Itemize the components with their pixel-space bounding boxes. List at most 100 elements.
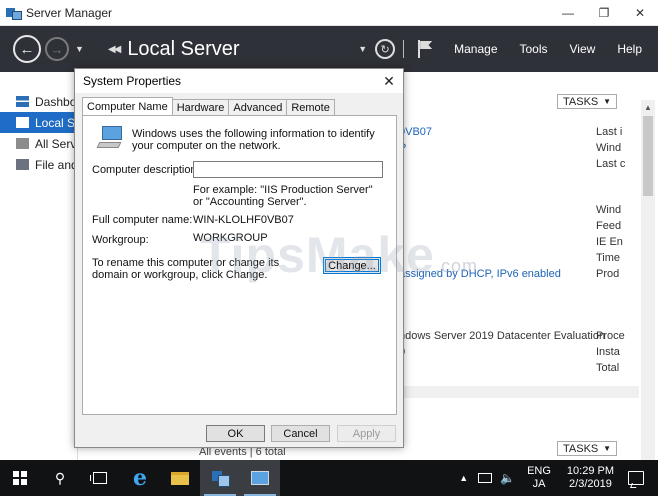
- prop-label: Prod: [596, 268, 620, 280]
- scroll-up-icon[interactable]: ▲: [641, 100, 655, 114]
- chevron-down-icon: ▼: [603, 444, 611, 453]
- show-hidden-icons-icon[interactable]: ▲: [459, 473, 468, 483]
- computer-icon: [96, 126, 124, 152]
- system-properties-taskbar-button[interactable]: [240, 460, 280, 496]
- system-tray: ▲ 🔈 ENG JA 10:29 PM 2/3/2019: [459, 465, 658, 491]
- file-explorer-icon: [171, 471, 189, 485]
- prop-label: IE En: [596, 236, 623, 248]
- page-title: Local Server: [127, 37, 240, 60]
- change-button[interactable]: Change...: [323, 257, 381, 274]
- menu-help[interactable]: Help: [617, 42, 642, 56]
- start-button[interactable]: [0, 460, 40, 496]
- ok-button[interactable]: OK: [206, 425, 265, 442]
- refresh-icon[interactable]: ↻: [375, 39, 396, 59]
- prop-label: Wind: [596, 142, 622, 154]
- server-manager-taskbar-button[interactable]: [200, 460, 240, 496]
- sidebar-item-label: All Servers: [35, 136, 77, 151]
- search-button[interactable]: ⚲: [40, 460, 80, 496]
- system-properties-icon: [251, 471, 269, 485]
- ie-icon: e: [133, 465, 147, 491]
- menu-manage[interactable]: Manage: [454, 42, 497, 56]
- prop-label: Proce: [596, 330, 625, 342]
- window-title: Server Manager: [26, 5, 113, 20]
- scroll-thumb[interactable]: [643, 116, 653, 196]
- tasks-dropdown-events[interactable]: TASKS ▼: [557, 441, 617, 456]
- input-language[interactable]: ENG JA: [527, 465, 551, 491]
- prop-label: Last c: [596, 158, 626, 170]
- vertical-scrollbar[interactable]: ▲: [641, 100, 655, 460]
- sidebar-item-label: Local Server: [35, 115, 77, 130]
- full-computer-name-value: WIN-KLOLHF0VB07: [193, 214, 294, 226]
- server-manager-header: ← → ▼ ◀◀ Local Server ▼ ↻ Manage Tools V…: [0, 26, 658, 72]
- tab-remote[interactable]: Remote: [286, 99, 335, 115]
- tab-hardware[interactable]: Hardware: [171, 99, 230, 115]
- clock[interactable]: 10:29 PM 2/3/2019: [567, 465, 614, 491]
- restore-button[interactable]: ❐: [586, 0, 622, 26]
- dialog-tabs: Computer Name Hardware Advanced Remote: [82, 97, 335, 115]
- cancel-button[interactable]: Cancel: [271, 425, 330, 442]
- close-window-button[interactable]: ✕: [622, 0, 658, 26]
- computer-name-panel: Windows uses the following information t…: [82, 115, 397, 415]
- prop-label: Feed: [596, 220, 622, 232]
- sidebar-item-dashboard[interactable]: Dashboard: [0, 91, 77, 112]
- search-icon: ⚲: [54, 469, 66, 486]
- apply-button: Apply: [337, 425, 396, 442]
- system-properties-dialog: System Properties ✕ Computer Name Hardwa…: [74, 68, 404, 448]
- network-icon[interactable]: [478, 473, 493, 483]
- prop-label: Time: [596, 252, 621, 264]
- full-computer-name-label: Full computer name:: [92, 214, 193, 226]
- internet-explorer-button[interactable]: e: [120, 460, 160, 496]
- task-view-button[interactable]: [80, 460, 120, 496]
- intro-text: Windows uses the following information t…: [132, 128, 375, 152]
- menu-view[interactable]: View: [570, 42, 596, 56]
- description-example: For example: "IIS Production Server" or …: [193, 184, 373, 208]
- sidebar-item-label: Dashboard: [35, 94, 77, 109]
- volume-icon[interactable]: 🔈: [500, 471, 515, 485]
- server-manager-icon: [212, 471, 230, 487]
- prop-label: Wind: [596, 204, 622, 216]
- header-separator: [403, 40, 405, 58]
- server-icon: [16, 117, 29, 128]
- taskbar: ⚲ e ▲ 🔈 ENG JA 10:29 PM 2/3/2019: [0, 460, 658, 496]
- workgroup-value: WORKGROUP: [193, 232, 268, 244]
- file-explorer-button[interactable]: [160, 460, 200, 496]
- horizontal-scrollbar[interactable]: [399, 386, 639, 398]
- tasks-dropdown-top[interactable]: TASKS ▼: [557, 94, 617, 109]
- back-arrow-icon[interactable]: ←: [13, 35, 41, 63]
- tab-computer-name[interactable]: Computer Name: [82, 97, 173, 115]
- server-manager-app-icon: [6, 7, 22, 20]
- sidebar-item-local-server[interactable]: Local Server: [0, 112, 77, 133]
- breadcrumb-chevrons-icon: ◀◀: [107, 43, 121, 55]
- flag-icon[interactable]: [418, 40, 432, 58]
- storage-icon: [16, 159, 29, 170]
- prop-label: Last i: [596, 126, 623, 138]
- prop-label: Insta: [596, 346, 620, 358]
- dialog-titlebar: System Properties ✕: [75, 69, 403, 93]
- menu-tools[interactable]: Tools: [520, 42, 548, 56]
- dialog-title: System Properties: [83, 74, 182, 88]
- computer-description-label: Computer description:: [92, 164, 200, 176]
- sidebar-item-all-servers[interactable]: All Servers: [0, 133, 77, 154]
- workgroup-label: Workgroup:: [92, 234, 149, 246]
- os-version-value: ndows Server 2019 Datacenter Evaluation: [399, 330, 606, 342]
- window-titlebar: Server Manager — ❐ ✕: [0, 0, 658, 26]
- sidebar: Dashboard Local Server All Servers File …: [0, 72, 78, 460]
- rename-instructions: To rename this computer or change its do…: [92, 257, 280, 281]
- close-icon[interactable]: ✕: [375, 69, 403, 93]
- chevron-down-icon: ▼: [603, 97, 611, 106]
- servers-icon: [16, 138, 29, 149]
- windows-start-icon: [13, 471, 27, 485]
- clock-time: 10:29 PM: [566, 465, 614, 477]
- sidebar-item-file-storage[interactable]: File and Storage Services: [0, 154, 77, 175]
- history-dropdown-icon[interactable]: ▼: [75, 44, 84, 54]
- tab-advanced[interactable]: Advanced: [228, 99, 288, 115]
- notification-icon[interactable]: [628, 471, 644, 485]
- ethernet-link[interactable]: assigned by DHCP, IPv6 enabled: [399, 268, 561, 280]
- prop-label: Total: [596, 362, 620, 374]
- dashboard-icon: [16, 96, 29, 107]
- computer-description-input[interactable]: [193, 161, 383, 178]
- task-view-icon: [90, 472, 107, 484]
- header-dropdown-icon[interactable]: ▼: [358, 44, 367, 54]
- forward-arrow-icon[interactable]: →: [45, 37, 69, 61]
- minimize-button[interactable]: —: [550, 0, 586, 26]
